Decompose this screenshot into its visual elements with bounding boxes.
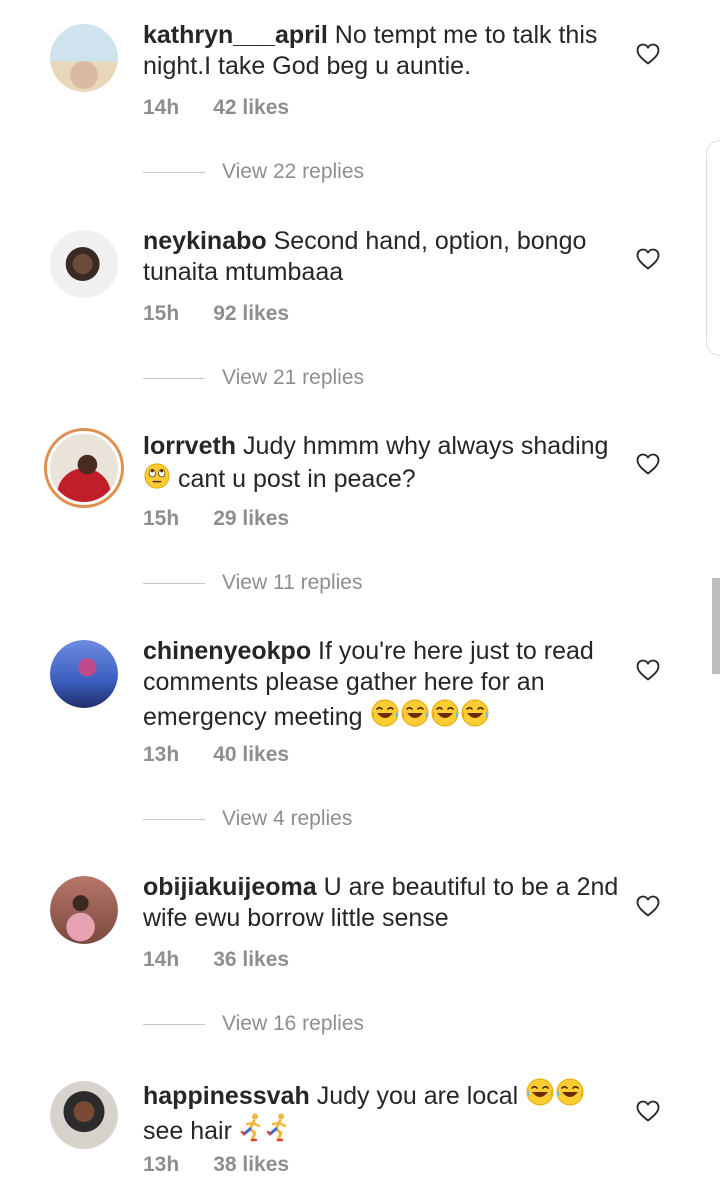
divider-line — [143, 582, 205, 584]
face-with-tears-of-joy-icon — [370, 698, 400, 728]
avatar[interactable] — [50, 230, 118, 298]
avatar[interactable] — [50, 24, 118, 92]
scrollbar-thumb[interactable] — [712, 578, 720, 674]
view-replies-label: View 4 replies — [222, 807, 353, 830]
heart-outline-icon[interactable] — [636, 895, 660, 917]
view-replies-button[interactable]: View 21 replies — [143, 366, 364, 390]
avatar[interactable] — [50, 640, 118, 708]
face-with-tears-of-joy-icon — [525, 1077, 555, 1107]
view-replies-button[interactable]: View 11 replies — [143, 571, 362, 595]
comment-likes[interactable]: 42 likes — [213, 96, 289, 119]
heart-outline-icon[interactable] — [636, 1100, 660, 1122]
comment-time: 14h — [143, 948, 180, 971]
comment-body: Judy you are local — [316, 1082, 519, 1110]
face-with-tears-of-joy-icon — [400, 698, 430, 728]
person-running-icon — [265, 1112, 291, 1142]
divider-line — [143, 377, 205, 379]
divider-line — [143, 171, 205, 173]
comment-time: 13h — [143, 743, 180, 766]
comment-time: 14h — [143, 96, 180, 119]
face-with-rolling-eyes-icon — [143, 462, 171, 490]
divider-line — [143, 818, 205, 820]
comment-username[interactable]: chinenyeokpo — [143, 637, 311, 665]
avatar-with-story-ring[interactable] — [44, 428, 124, 508]
heart-outline-icon[interactable] — [636, 453, 660, 475]
avatar[interactable] — [50, 1081, 118, 1149]
face-with-tears-of-joy-icon — [430, 698, 460, 728]
comment-meta: 15h 29 likes — [143, 507, 289, 531]
comment-text: kathryn___april No tempt me to talk this… — [143, 20, 623, 82]
emoji-group — [525, 1082, 585, 1110]
comment-likes[interactable]: 92 likes — [213, 302, 289, 325]
comment-text: happinessvah Judy you are local see hair — [143, 1077, 623, 1147]
view-replies-button[interactable]: View 22 replies — [143, 160, 364, 184]
avatar[interactable] — [50, 876, 118, 944]
heart-outline-icon[interactable] — [636, 43, 660, 65]
edge-panel-handle[interactable] — [706, 140, 720, 356]
comment-likes[interactable]: 36 likes — [213, 948, 289, 971]
avatar-image — [50, 230, 118, 298]
comment-meta: 14h 42 likes — [143, 96, 289, 120]
avatar-image — [50, 876, 118, 944]
comment-text: chinenyeokpo If you're here just to read… — [143, 636, 623, 733]
comment-likes[interactable]: 38 likes — [213, 1153, 289, 1176]
heart-outline-icon[interactable] — [636, 659, 660, 681]
comment-username[interactable]: kathryn___april — [143, 21, 328, 49]
avatar-image — [50, 24, 118, 92]
comment-body-continued: cant u post in peace? — [177, 465, 416, 493]
comment-body: Judy hmmm why always shading — [243, 432, 609, 460]
comment-likes[interactable]: 29 likes — [213, 507, 289, 530]
view-replies-label: View 21 replies — [222, 366, 365, 389]
view-replies-label: View 22 replies — [222, 160, 365, 183]
avatar-image — [50, 1081, 118, 1149]
view-replies-label: View 16 replies — [222, 1012, 365, 1035]
heart-outline-icon[interactable] — [636, 248, 660, 270]
comment-meta: 15h 92 likes — [143, 302, 289, 326]
avatar-image — [50, 434, 118, 502]
face-with-tears-of-joy-icon — [555, 1077, 585, 1107]
comment-time: 13h — [143, 1153, 180, 1176]
view-replies-button[interactable]: View 16 replies — [143, 1012, 364, 1036]
comment-likes[interactable]: 40 likes — [213, 743, 289, 766]
emoji-group — [370, 703, 490, 731]
comment-text: obijiakuijeoma U are beautiful to be a 2… — [143, 872, 623, 934]
view-replies-label: View 11 replies — [222, 571, 363, 594]
avatar-image — [50, 640, 118, 708]
comment-username[interactable]: lorrveth — [143, 432, 236, 460]
comment-username[interactable]: happinessvah — [143, 1082, 310, 1110]
comment-time: 15h — [143, 507, 180, 530]
comment-username[interactable]: neykinabo — [143, 227, 267, 255]
comment-username[interactable]: obijiakuijeoma — [143, 873, 317, 901]
person-running-icon — [239, 1112, 265, 1142]
divider-line — [143, 1023, 205, 1025]
view-replies-button[interactable]: View 4 replies — [143, 807, 352, 831]
comment-time: 15h — [143, 302, 180, 325]
face-with-tears-of-joy-icon — [460, 698, 490, 728]
emoji-group — [239, 1117, 291, 1145]
comment-text: lorrveth Judy hmmm why always shading ca… — [143, 431, 623, 495]
comment-meta: 13h 38 likes — [143, 1153, 289, 1177]
comment-text: neykinabo Second hand, option, bongo tun… — [143, 226, 623, 288]
comment-body-continued: see hair — [143, 1117, 232, 1145]
comment-meta: 14h 36 likes — [143, 948, 289, 972]
comment-meta: 13h 40 likes — [143, 743, 289, 767]
